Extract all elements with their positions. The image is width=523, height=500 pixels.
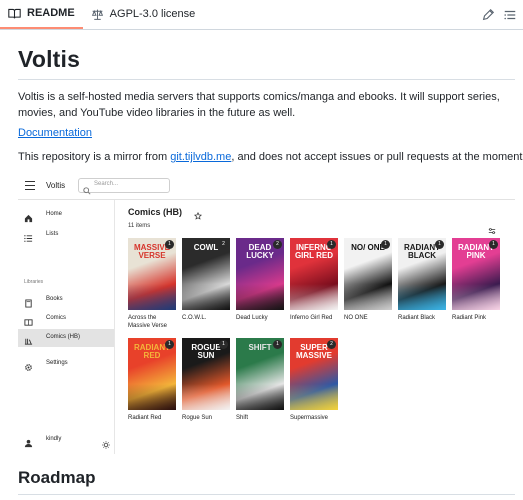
tab-readme-label: README [27,7,75,19]
library-icon [24,333,33,345]
app-sidebar: Home Lists Libraries Books Comics Comics… [18,200,115,454]
comic-title: NO ONE [344,315,368,321]
comic-cover: MASSIVE VERSE 1 [128,238,176,310]
sidebar-user[interactable]: kindly [18,432,114,449]
sidebar-item-lists[interactable]: Lists [18,226,114,244]
item-count: 11 items [128,223,151,229]
sidebar-item-label: Lists [46,231,59,237]
app-name: Voltis [46,181,66,190]
book-icon [24,295,33,308]
sidebar-item-label: Books [46,296,63,302]
sun-icon[interactable] [102,436,110,449]
comic-title: Dead Lucky [236,315,268,321]
issue-count-badge: 1 [165,240,174,249]
issue-count-badge: 2 [273,240,282,249]
title-divider [18,79,515,80]
person-icon [24,435,33,448]
search-input[interactable]: Search... [78,178,170,195]
app-screenshot: Voltis Search... Home Lists Libraries Bo… [18,172,515,454]
sidebar-item-comics[interactable]: Comics [18,310,114,328]
search-placeholder: Search... [94,181,119,187]
collection-view: Comics (HB) 11 items MASSIVE VERSE 1 Acros… [116,200,515,454]
app-header: Voltis Search... [18,172,515,200]
comic-title: C.O.W.L. [182,315,207,321]
comic-cover: DEAD LUCKY 2 [236,238,284,310]
sidebar-item-label: Comics [46,315,67,321]
pencil-icon[interactable] [481,8,495,22]
comic-title: Shift [236,415,249,421]
issue-count-badge: 1 [489,240,498,249]
star-icon[interactable] [193,207,203,220]
filter-icon[interactable] [488,222,496,234]
comic-cover: RADIANT RED 1 [128,338,176,410]
comic-cover: COWL 2 [182,238,230,310]
sidebar-item-label: Settings [46,360,68,366]
scale-icon [91,8,104,21]
comic-title: Radiant Pink [452,315,487,321]
comic-cover: ROGUE SUN 1 [182,338,230,410]
comic-cover: INFERNO GIRL RED 1 [290,238,338,310]
issue-count-badge: 1 [273,340,282,349]
user-name: kindly [46,436,62,442]
collection-title: Comics (HB) [128,207,183,217]
sidebar-item-home[interactable]: Home [18,206,114,224]
list-icon [24,230,33,242]
issue-count-badge: 1 [219,340,228,349]
readme-tab-bar: README AGPL-3.0 license [0,0,523,30]
documentation-link[interactable]: Documentation [18,127,92,139]
comic-icon [24,314,33,326]
book-icon [8,7,21,20]
readme-title: Voltis [18,46,81,72]
issue-count-badge: 2 [327,340,336,349]
gear-icon [24,359,33,371]
menu-icon[interactable] [25,181,35,191]
roadmap-heading: Roadmap [18,468,96,487]
roadmap-divider [18,494,515,495]
mirror-prefix: This repository is a mirror from [18,151,171,163]
sidebar-item-comics-hb[interactable]: Comics (HB) [18,329,114,347]
outline-icon[interactable] [503,8,517,22]
sidebar-item-books[interactable]: Books [18,291,114,309]
tab-readme[interactable]: README [0,0,83,29]
sidebar-item-label: Home [46,211,63,217]
issue-count-badge: 1 [165,340,174,349]
issue-count-badge: 1 [381,240,390,249]
readme-description: Voltis is a self-hosted media servers th… [18,91,500,119]
mirror-notice: This repository is a mirror from git.tij… [18,151,523,163]
comic-title: Rogue Sun [182,415,213,421]
comic-cover: RADIANT PINK 1 [452,238,500,310]
issue-count-badge: 1 [327,240,336,249]
comic-cover: NO/ ONE 1 [344,238,392,310]
comic-title: Supermassive [290,415,329,421]
comic-title: Across the Massive Verse [128,315,168,329]
issue-count-badge: 1 [435,240,444,249]
mirror-link[interactable]: git.tijlvdb.me [170,151,231,163]
comic-cover: SUPER MASSIVE 2 [290,338,338,410]
mirror-suffix: , and does not accept issues or pull req… [231,151,523,163]
comic-title: Inferno Girl Red [290,315,333,321]
comic-title: Radiant Black [398,315,436,321]
home-icon [24,210,33,223]
search-icon [83,182,91,195]
comic-title: Radiant Red [128,415,162,421]
libraries-heading: Libraries [24,279,44,285]
comic-cover: SHIFT 1 [236,338,284,410]
tab-license-label: AGPL-3.0 license [109,8,196,20]
sidebar-item-label: Comics (HB) [46,334,80,340]
issue-count-badge: 2 [219,240,228,249]
sidebar-item-settings[interactable]: Settings [18,355,114,373]
comic-cover: RADIANT BLACK 1 [398,238,446,310]
tab-license[interactable]: AGPL-3.0 license [83,0,204,29]
